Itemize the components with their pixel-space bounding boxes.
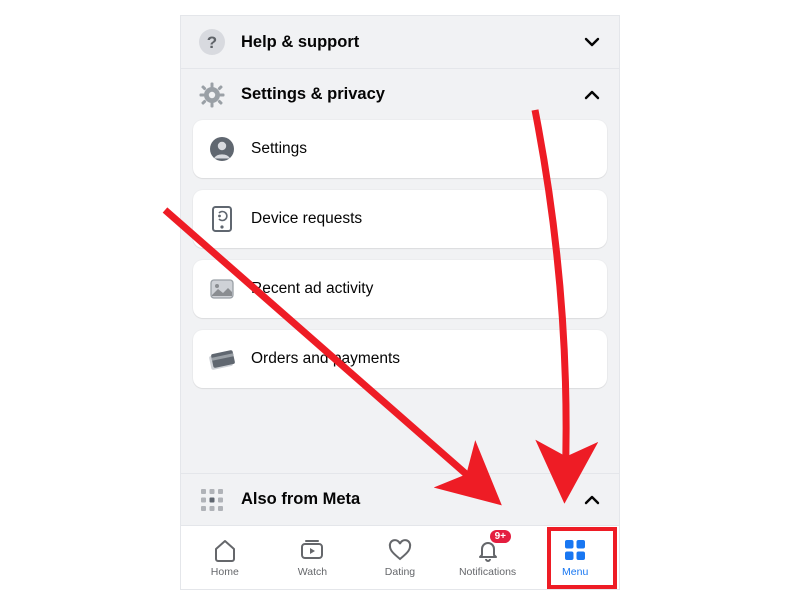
- recent-ad-card[interactable]: Recent ad activity: [193, 260, 607, 318]
- menu-grid-icon: [562, 537, 588, 563]
- tab-watch[interactable]: Watch: [269, 526, 357, 589]
- bottom-tabbar: Home Watch Dating 9+ Notifications: [181, 525, 619, 589]
- tab-notifications[interactable]: 9+ Notifications: [444, 526, 532, 589]
- settings-card[interactable]: Settings: [193, 120, 607, 178]
- device-requests-card[interactable]: Device requests: [193, 190, 607, 248]
- grid-icon: [197, 485, 227, 515]
- home-icon: [212, 537, 238, 563]
- tab-dating[interactable]: Dating: [356, 526, 444, 589]
- ad-icon: [207, 274, 237, 304]
- orders-payments-card[interactable]: Orders and payments: [193, 330, 607, 388]
- settings-privacy-row[interactable]: Settings & privacy: [181, 68, 619, 120]
- chevron-up-icon: [581, 489, 603, 511]
- tab-menu-label: Menu: [562, 566, 588, 578]
- tab-home-label: Home: [211, 566, 239, 578]
- profile-icon: [207, 134, 237, 164]
- tab-menu[interactable]: Menu: [531, 526, 619, 589]
- also-from-meta-title: Also from Meta: [241, 490, 581, 509]
- device-icon: [207, 204, 237, 234]
- tab-home[interactable]: Home: [181, 526, 269, 589]
- phone-screen: ? Help & support: [180, 15, 620, 590]
- tab-watch-label: Watch: [298, 566, 327, 578]
- orders-payments-label: Orders and payments: [251, 350, 400, 368]
- help-support-row[interactable]: ? Help & support: [181, 16, 619, 68]
- watch-icon: [299, 537, 325, 563]
- settings-privacy-title: Settings & privacy: [241, 85, 581, 104]
- help-support-title: Help & support: [241, 33, 581, 52]
- svg-text:?: ?: [207, 33, 217, 52]
- heart-icon: [387, 537, 413, 563]
- chevron-down-icon: [581, 31, 603, 53]
- payment-icon: [207, 344, 237, 374]
- recent-ad-label: Recent ad activity: [251, 280, 373, 298]
- settings-card-label: Settings: [251, 140, 307, 158]
- chevron-up-icon: [581, 84, 603, 106]
- tab-dating-label: Dating: [385, 566, 415, 578]
- device-requests-label: Device requests: [251, 210, 362, 228]
- tab-notifications-label: Notifications: [459, 566, 516, 578]
- gear-icon: [197, 80, 227, 110]
- notification-badge: 9+: [490, 530, 511, 543]
- settings-cards: Settings Device requests Recent ad activ…: [181, 120, 619, 392]
- also-from-meta-row[interactable]: Also from Meta: [181, 473, 619, 525]
- help-icon: ?: [197, 27, 227, 57]
